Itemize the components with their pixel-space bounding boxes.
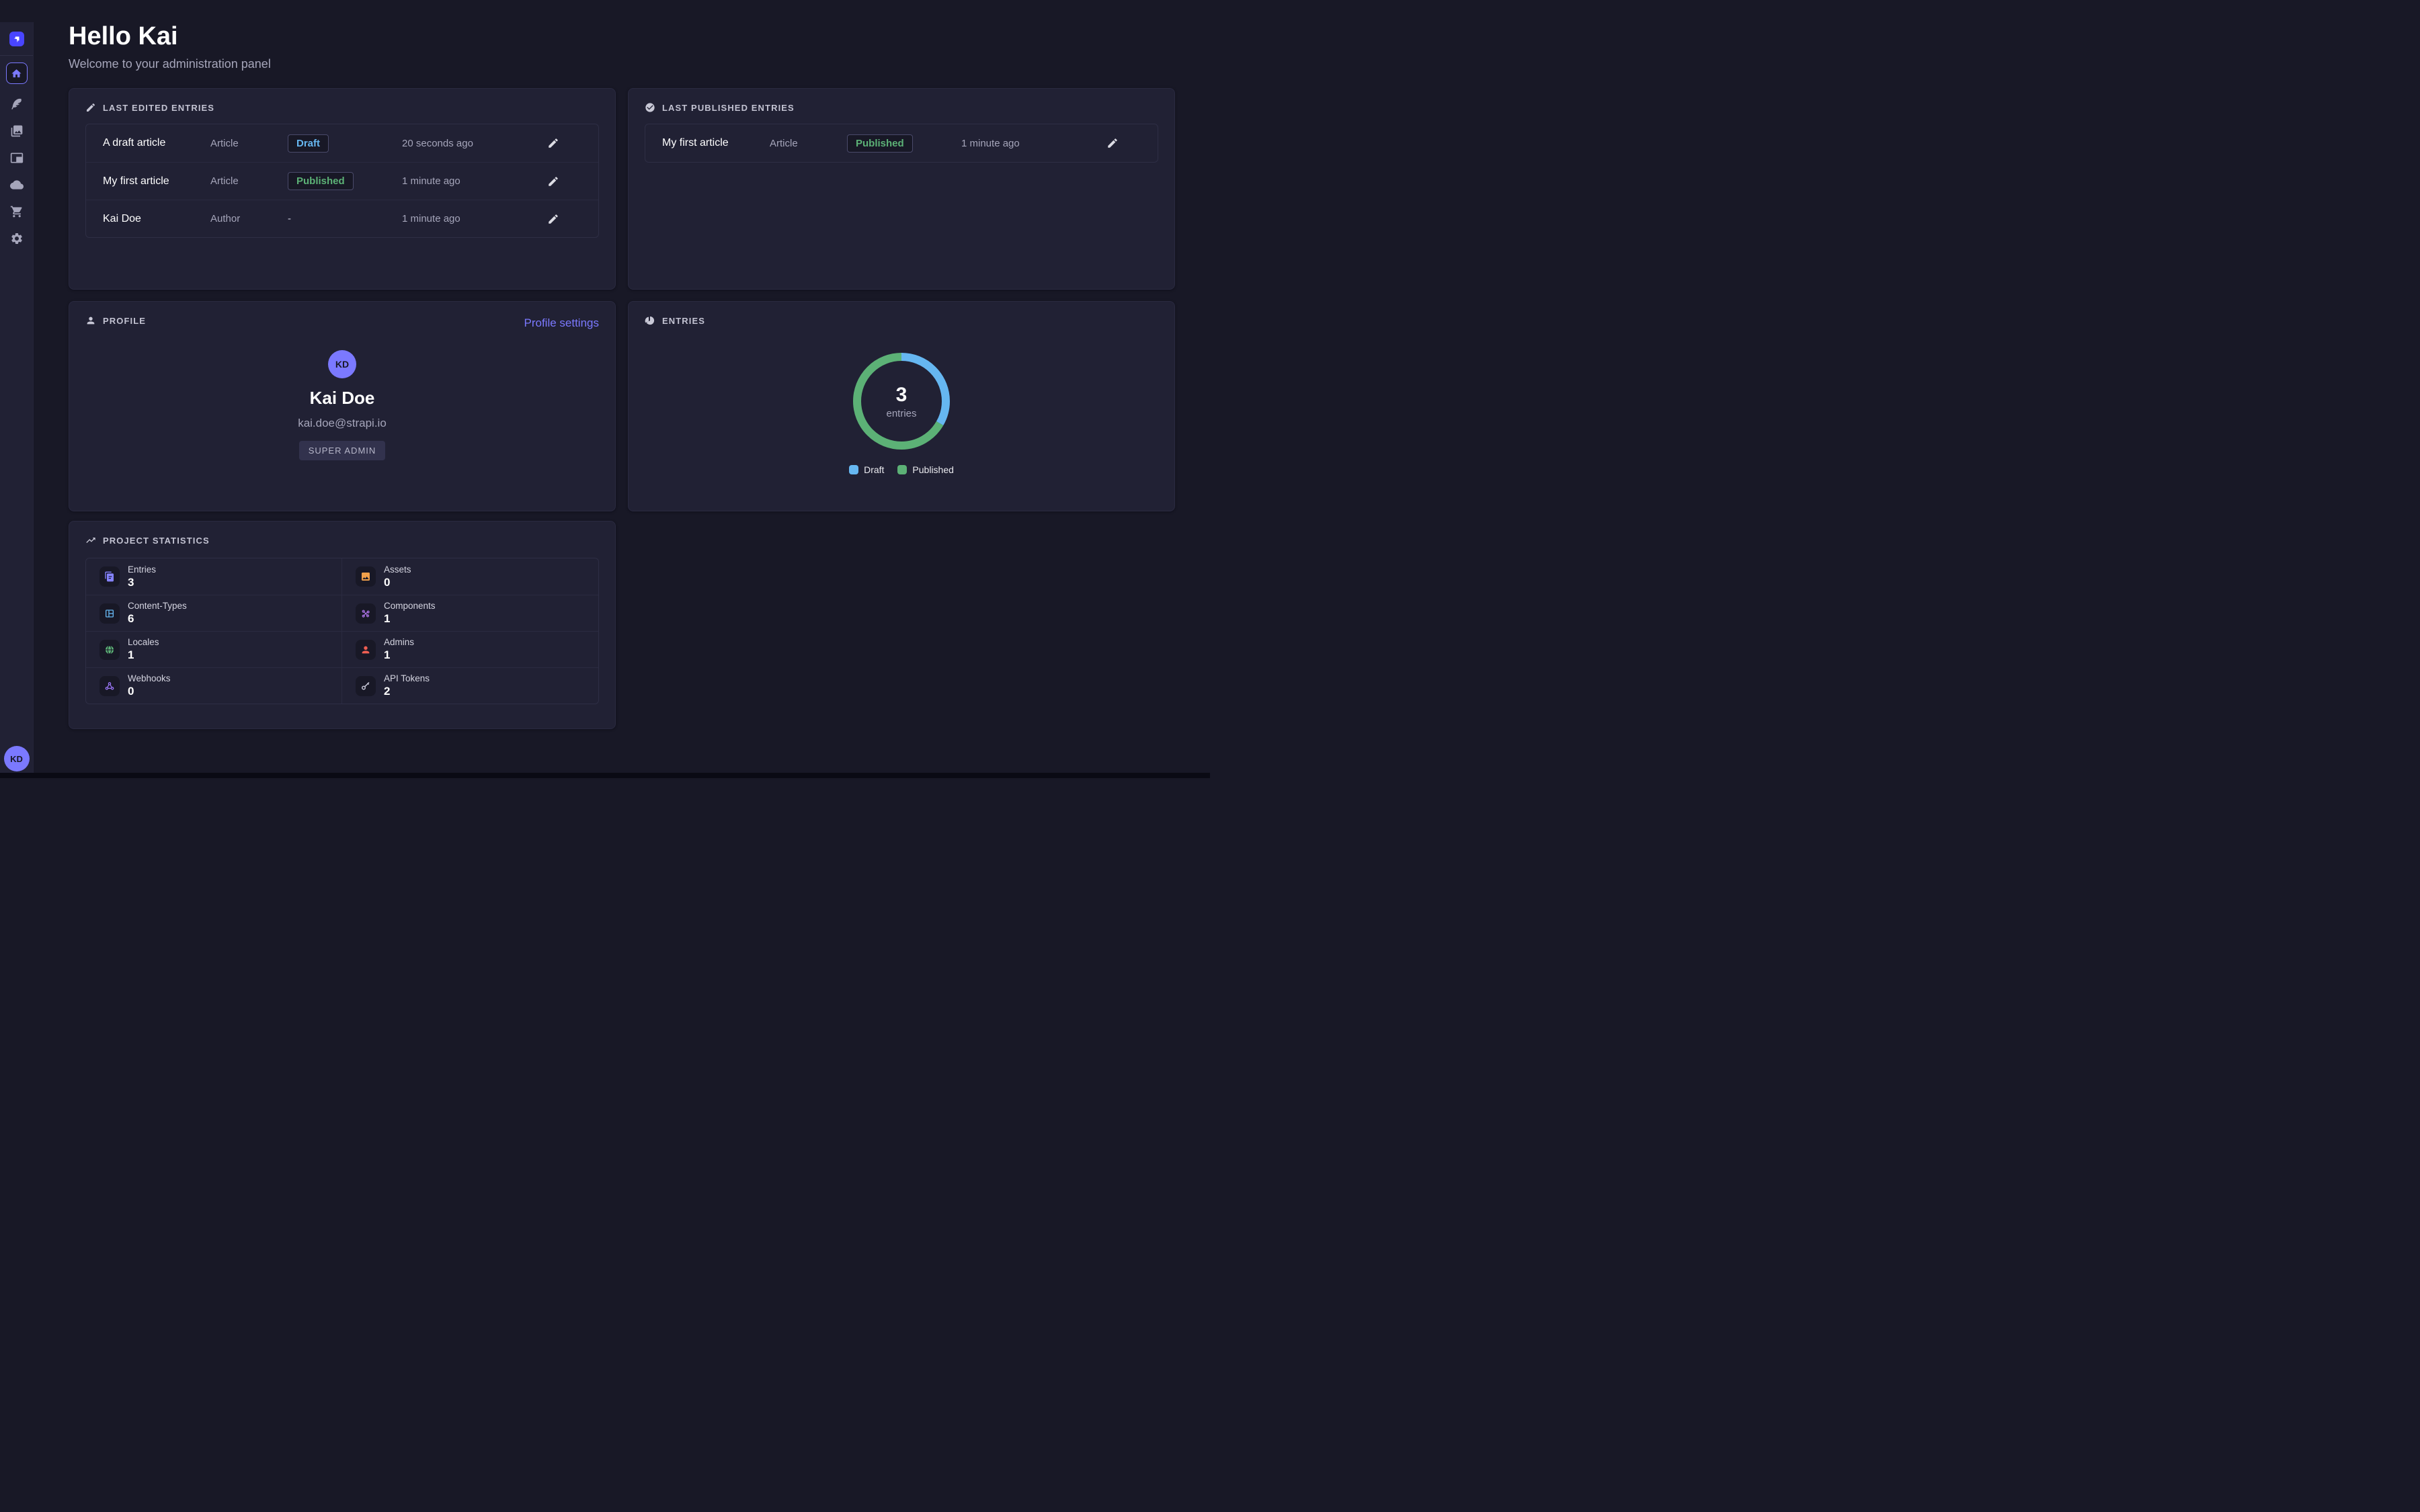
pencil-icon xyxy=(85,102,96,113)
entry-name: My first article xyxy=(103,175,210,187)
entry-kind: Article xyxy=(770,138,847,149)
panel-title: Project Statistics xyxy=(103,536,210,546)
sidebar-item-home[interactable] xyxy=(6,62,28,84)
key-icon xyxy=(356,676,376,696)
entry-name: Kai Doe xyxy=(103,213,210,225)
last-published-table: My first article Article Published 1 min… xyxy=(645,124,1158,163)
edit-button[interactable] xyxy=(1106,137,1120,149)
edit-button[interactable] xyxy=(547,175,561,187)
stat-api-tokens: API Tokens 2 xyxy=(342,667,598,704)
documents-icon xyxy=(99,566,120,587)
draft-swatch xyxy=(849,465,858,474)
strapi-logo-icon xyxy=(13,35,21,43)
role-badge: SUPER ADMIN xyxy=(299,441,386,460)
entry-name: My first article xyxy=(662,137,770,149)
webhook-icon xyxy=(99,676,120,696)
entries-panel: Entries 3 entries Draft xyxy=(628,301,1175,511)
chart-legend: Draft Published xyxy=(849,464,954,475)
sidebar-nav xyxy=(0,56,33,245)
sidebar-item-content-type-builder[interactable] xyxy=(10,151,24,165)
panel-title: Last edited entries xyxy=(103,103,214,113)
main-content: Hello Kai Welcome to your administration… xyxy=(34,22,1210,729)
stat-assets: Assets 0 xyxy=(342,558,598,595)
page-subtitle: Welcome to your administration panel xyxy=(69,57,1175,71)
chart-pie-icon xyxy=(645,315,655,326)
person-icon xyxy=(85,315,96,326)
trending-up-icon xyxy=(85,535,96,546)
stat-locales: Locales 1 xyxy=(86,631,342,667)
entry-time: 20 seconds ago xyxy=(402,138,547,149)
last-edited-table: A draft article Article Draft 20 seconds… xyxy=(85,124,599,238)
entry-kind: Article xyxy=(210,138,288,149)
profile-name: Kai Doe xyxy=(310,388,375,409)
stat-admins: Admins 1 xyxy=(342,631,598,667)
entry-kind: Article xyxy=(210,175,288,187)
stat-components: Components 1 xyxy=(342,595,598,631)
panel-title: Entries xyxy=(662,316,705,326)
entry-name: A draft article xyxy=(103,137,210,149)
sidebar: KD xyxy=(0,22,34,778)
entry-time: 1 minute ago xyxy=(402,213,547,224)
layout-icon xyxy=(10,151,24,165)
entry-kind: Author xyxy=(210,213,288,224)
gear-icon xyxy=(10,232,24,245)
last-edited-entries-panel: Last edited entries A draft article Arti… xyxy=(69,88,616,290)
legend-item-published: Published xyxy=(897,464,954,475)
last-published-entries-panel: Last published entries My first article … xyxy=(628,88,1175,290)
legend-item-draft: Draft xyxy=(849,464,884,475)
check-circle-icon xyxy=(645,102,655,113)
status-badge: Published xyxy=(288,172,354,190)
entry-time: 1 minute ago xyxy=(402,175,547,187)
sidebar-item-settings[interactable] xyxy=(10,232,24,245)
globe-icon xyxy=(99,640,120,660)
profile-email: kai.doe@strapi.io xyxy=(298,417,387,430)
strapi-logo[interactable] xyxy=(9,32,24,46)
layout-icon xyxy=(99,603,120,624)
profile-panel: Profile Profile settings KD Kai Doe kai.… xyxy=(69,301,616,511)
sidebar-item-media-library[interactable] xyxy=(10,124,24,138)
panel-title: Last published entries xyxy=(662,103,795,113)
status-badge: Draft xyxy=(288,134,329,153)
user-avatar[interactable]: KD xyxy=(4,746,30,771)
statistics-grid: Entries 3 Assets 0 xyxy=(85,558,599,704)
table-row[interactable]: A draft article Article Draft 20 seconds… xyxy=(86,124,598,162)
published-swatch xyxy=(897,465,907,474)
home-icon xyxy=(11,68,22,79)
bottom-strip xyxy=(0,773,1210,778)
entries-count-label: entries xyxy=(886,408,916,419)
edit-button[interactable] xyxy=(547,137,561,149)
cloud-icon xyxy=(10,178,24,192)
sidebar-item-cloud[interactable] xyxy=(10,178,24,192)
project-statistics-panel: Project Statistics Entries 3 xyxy=(69,521,616,729)
table-row[interactable]: My first article Article Published 1 min… xyxy=(645,124,1158,162)
edit-button[interactable] xyxy=(547,213,561,225)
images-icon xyxy=(10,124,24,138)
images-icon xyxy=(356,566,376,587)
stat-webhooks: Webhooks 0 xyxy=(86,667,342,704)
entries-count: 3 xyxy=(896,384,908,407)
stat-entries: Entries 3 xyxy=(86,558,342,595)
stat-content-types: Content-Types 6 xyxy=(86,595,342,631)
status-badge: Published xyxy=(847,134,913,153)
components-icon xyxy=(356,603,376,624)
status-badge: - xyxy=(288,210,299,227)
sidebar-item-marketplace[interactable] xyxy=(10,205,24,218)
page-title: Hello Kai xyxy=(69,22,1175,51)
cart-icon xyxy=(10,205,24,218)
entry-time: 1 minute ago xyxy=(961,138,1106,149)
table-row[interactable]: My first article Article Published 1 min… xyxy=(86,162,598,200)
entries-donut-chart: 3 entries xyxy=(853,353,950,450)
user-icon xyxy=(356,640,376,660)
feather-icon xyxy=(10,97,24,111)
profile-settings-link[interactable]: Profile settings xyxy=(524,317,600,330)
avatar: KD xyxy=(328,350,356,378)
sidebar-item-content-manager[interactable] xyxy=(10,97,24,111)
table-row[interactable]: Kai Doe Author - 1 minute ago xyxy=(86,200,598,237)
panel-title: Profile xyxy=(103,316,146,326)
